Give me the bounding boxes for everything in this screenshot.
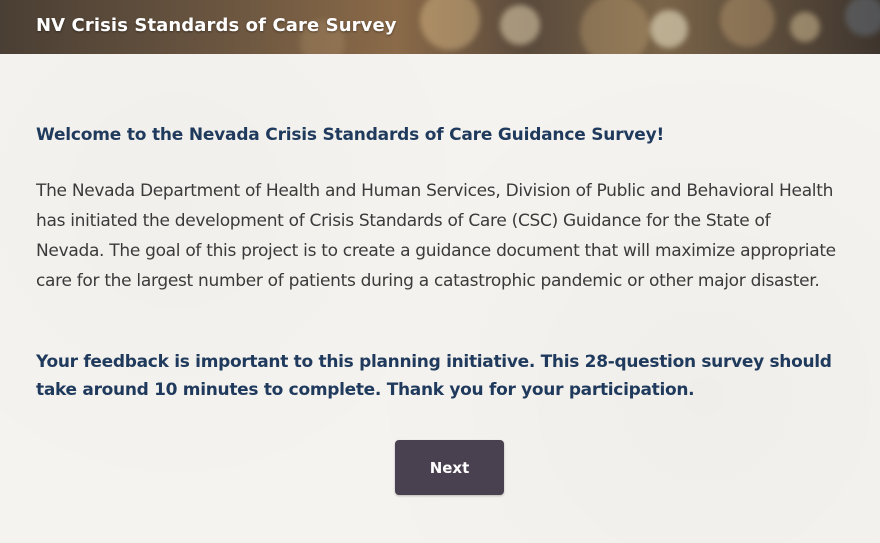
- intro-paragraph: The Nevada Department of Health and Huma…: [36, 181, 836, 291]
- header-bokeh-decoration: [790, 12, 820, 42]
- welcome-heading: Welcome to the Nevada Crisis Standards o…: [36, 125, 665, 145]
- header-bokeh-decoration: [720, 0, 775, 47]
- header-bokeh-decoration: [500, 5, 540, 45]
- survey-title: NV Crisis Standards of Care Survey: [36, 15, 397, 36]
- header-bokeh-decoration: [650, 10, 688, 48]
- next-button[interactable]: Next: [395, 440, 504, 495]
- feedback-paragraph: Your feedback is important to this plann…: [36, 352, 832, 400]
- header-bokeh-decoration: [420, 0, 480, 50]
- survey-content: Welcome to the Nevada Crisis Standards o…: [0, 54, 880, 543]
- header-bokeh-decoration: [845, 0, 880, 36]
- survey-header: NV Crisis Standards of Care Survey: [0, 0, 880, 54]
- header-bokeh-decoration: [580, 0, 650, 54]
